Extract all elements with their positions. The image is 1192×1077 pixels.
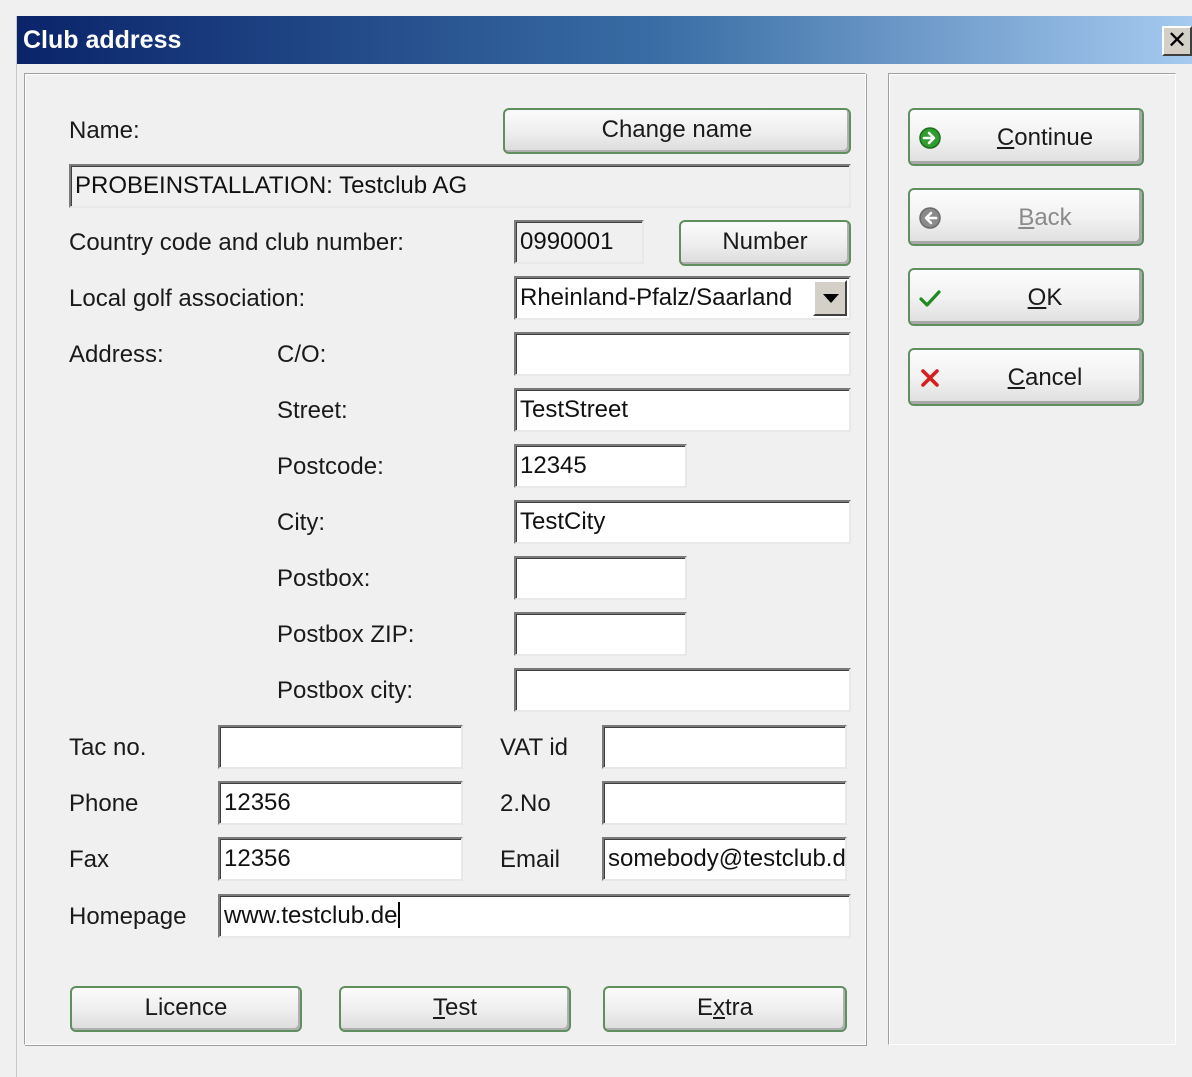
- second-number-field[interactable]: [602, 781, 847, 825]
- golf-association-select[interactable]: Rheinland-Pfalz/Saarland: [514, 276, 851, 320]
- club-number-field[interactable]: 0990001: [514, 220, 644, 264]
- checkmark-icon: [919, 290, 941, 307]
- postbox-city-field[interactable]: [514, 668, 851, 712]
- change-name-button[interactable]: Change name: [503, 108, 851, 154]
- homepage-value: www.testclub.de: [224, 902, 398, 929]
- cancel-button[interactable]: Cancel: [908, 348, 1144, 406]
- continue-button[interactable]: Continue: [908, 108, 1144, 166]
- name-label: Name:: [69, 117, 140, 144]
- arrow-right-circle-icon: [919, 127, 941, 149]
- name-field[interactable]: PROBEINSTALLATION: Testclub AG: [69, 164, 851, 208]
- extra-label-pre: E: [696, 994, 713, 1021]
- ok-button[interactable]: OK: [908, 268, 1144, 326]
- fax-field[interactable]: 12356: [218, 837, 463, 881]
- co-label: C/O:: [277, 341, 327, 368]
- test-label-accel: T: [432, 994, 445, 1021]
- vat-label: VAT id: [500, 734, 569, 761]
- second-number-label: 2.No: [500, 790, 551, 817]
- postbox-field[interactable]: [514, 556, 687, 600]
- test-label-post: est: [444, 994, 477, 1021]
- continue-label: Continue: [996, 124, 1094, 151]
- homepage-label: Homepage: [69, 903, 187, 930]
- street-label: Street:: [277, 397, 348, 424]
- email-field[interactable]: somebody@testclub.de: [602, 837, 847, 881]
- licence-button[interactable]: Licence: [70, 986, 302, 1032]
- number-button[interactable]: Number: [679, 220, 851, 266]
- ok-label: OK: [1027, 284, 1063, 311]
- phone-field[interactable]: 12356: [218, 781, 463, 825]
- country-code-label: Country code and club number:: [69, 229, 404, 256]
- extra-label-accel: x: [713, 994, 725, 1021]
- extra-button[interactable]: Extra: [603, 986, 847, 1032]
- city-label: City:: [277, 509, 325, 536]
- postbox-zip-label: Postbox ZIP:: [277, 621, 415, 648]
- postbox-zip-field[interactable]: [514, 612, 687, 656]
- cancel-label: Cancel: [1007, 364, 1083, 391]
- phone-label: Phone: [69, 790, 139, 817]
- title-bar: Club address: [17, 16, 1192, 64]
- postcode-field[interactable]: 12345: [514, 444, 687, 488]
- email-label: Email: [500, 846, 561, 873]
- postbox-city-label: Postbox city:: [277, 677, 414, 704]
- co-field[interactable]: [514, 332, 851, 376]
- close-icon: ✕: [1166, 26, 1188, 54]
- postcode-label: Postcode:: [277, 453, 384, 480]
- x-mark-icon: [921, 369, 939, 387]
- vat-field[interactable]: [602, 725, 847, 769]
- close-button[interactable]: ✕: [1162, 26, 1192, 56]
- tac-field[interactable]: [218, 725, 463, 769]
- back-button[interactable]: Back: [908, 188, 1144, 246]
- postbox-label: Postbox:: [277, 565, 371, 592]
- tac-label: Tac no.: [69, 734, 147, 761]
- test-button[interactable]: Test: [339, 986, 571, 1032]
- arrow-left-circle-icon: [919, 207, 941, 229]
- street-field[interactable]: TestStreet: [514, 388, 851, 432]
- fax-label: Fax: [69, 846, 110, 873]
- text-caret: [398, 902, 401, 928]
- extra-label-post: tra: [725, 994, 754, 1021]
- window-title: Club address: [23, 26, 182, 54]
- golf-association-value: Rheinland-Pfalz/Saarland: [520, 284, 793, 311]
- golf-association-label: Local golf association:: [69, 285, 306, 312]
- city-field[interactable]: TestCity: [514, 500, 851, 544]
- homepage-field[interactable]: www.testclub.de: [218, 894, 851, 938]
- back-label: Back: [1018, 204, 1072, 231]
- address-label: Address:: [69, 341, 164, 368]
- chevron-down-icon[interactable]: [813, 280, 847, 316]
